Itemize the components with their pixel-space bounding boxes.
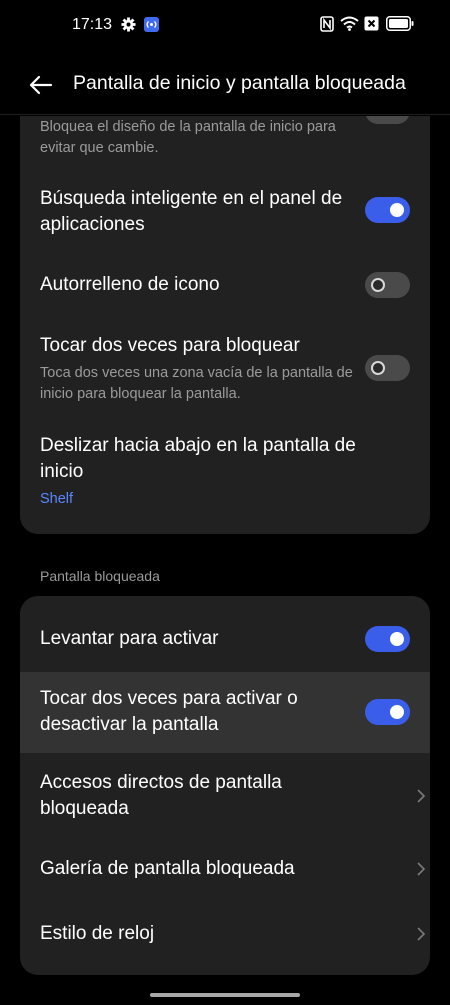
double-tap-lock-toggle[interactable] (365, 355, 410, 381)
header-divider (0, 114, 450, 115)
lock-shortcuts-label: Accesos directos de pantalla bloqueada (40, 772, 282, 819)
lock-shortcuts-item[interactable]: Accesos directos de pantalla bloqueada (20, 756, 430, 836)
battery-icon (386, 16, 414, 31)
layout-lock-item[interactable]: Bloquea el diseño de la pantalla de inic… (20, 116, 430, 160)
clock-style-item[interactable]: Estilo de reloj (20, 908, 430, 964)
smart-search-label: Búsqueda inteligente en el panel de apli… (40, 188, 343, 235)
chevron-right-icon (417, 927, 426, 941)
lock-gallery-label: Galería de pantalla bloqueada (40, 858, 295, 879)
icon-autofill-toggle[interactable] (365, 272, 410, 298)
layout-lock-description: Bloquea el diseño de la pantalla de inic… (40, 119, 336, 156)
toggle-knob (390, 632, 404, 646)
status-time: 17:13 (72, 16, 113, 33)
page-title: Pantalla de inicio y pantalla bloqueada (73, 72, 406, 94)
toggle-knob (371, 361, 385, 375)
double-tap-screen-item[interactable]: Tocar dos veces para activar o desactiva… (20, 672, 430, 753)
layout-lock-toggle[interactable] (365, 116, 410, 124)
smart-search-toggle[interactable] (365, 197, 410, 223)
double-tap-lock-description: Toca dos veces una zona vacía de la pant… (40, 365, 353, 402)
gear-icon (121, 17, 136, 32)
swipe-down-item[interactable]: Deslizar hacia abajo en la pantalla de i… (20, 426, 430, 522)
back-arrow-icon[interactable] (28, 72, 54, 98)
double-tap-lock-label: Tocar dos veces para bloquear (40, 335, 300, 356)
sim-blocked-icon (364, 16, 379, 31)
toggle-knob (371, 278, 385, 292)
status-bar: 17:13 (0, 0, 450, 52)
smart-search-item[interactable]: Búsqueda inteligente en el panel de apli… (20, 175, 430, 249)
clock-style-label: Estilo de reloj (40, 923, 155, 944)
lift-to-wake-label: Levantar para activar (40, 628, 219, 649)
lock-screen-card: Levantar para activar Tocar dos veces pa… (20, 596, 430, 975)
wifi-icon (340, 16, 359, 31)
lift-to-wake-toggle[interactable] (365, 626, 410, 652)
toggle-knob (390, 705, 404, 719)
lift-to-wake-item[interactable]: Levantar para activar (20, 608, 430, 670)
toggle-knob (390, 203, 404, 217)
lock-screen-section-label: Pantalla bloqueada (40, 568, 160, 584)
lock-gallery-item[interactable]: Galería de pantalla bloqueada (20, 842, 430, 898)
app-header: Pantalla de inicio y pantalla bloqueada (0, 60, 450, 116)
double-tap-screen-toggle[interactable] (365, 699, 410, 725)
nfc-icon (320, 16, 334, 32)
swipe-down-value: Shelf (40, 491, 74, 507)
double-tap-screen-label: Tocar dos veces para activar o desactiva… (40, 688, 298, 735)
nfc-badge-icon (144, 17, 159, 32)
chevron-right-icon (417, 789, 426, 803)
home-settings-card: Bloquea el diseño de la pantalla de inic… (20, 116, 430, 534)
swipe-down-label: Deslizar hacia abajo en la pantalla de i… (40, 435, 356, 482)
chevron-right-icon (417, 862, 426, 876)
home-indicator[interactable] (150, 993, 300, 997)
icon-autofill-item[interactable]: Autorrelleno de icono (20, 258, 430, 312)
icon-autofill-label: Autorrelleno de icono (40, 274, 220, 295)
double-tap-lock-item[interactable]: Tocar dos veces para bloquear Toca dos v… (20, 326, 430, 410)
